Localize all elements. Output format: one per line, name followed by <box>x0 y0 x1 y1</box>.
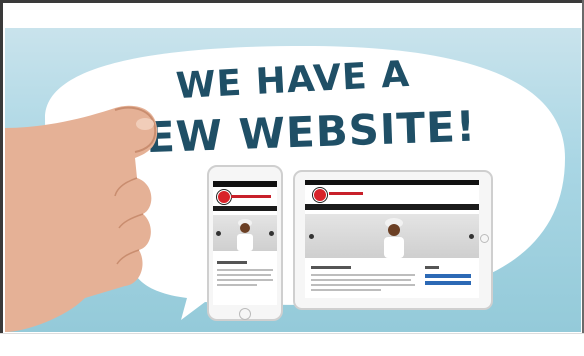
phone-brand-strip <box>231 195 271 198</box>
smartphone-mockup <box>207 165 283 321</box>
tablet-prev-arrow <box>309 234 314 239</box>
phone-text-line <box>217 274 271 276</box>
phone-prev-arrow <box>216 231 221 236</box>
window-border-top <box>0 0 584 3</box>
logo-icon <box>313 188 327 202</box>
phone-text-line <box>217 284 257 286</box>
tablet-sidebar-title <box>425 266 439 269</box>
window-border-left <box>0 0 3 356</box>
phone-text-line <box>217 279 273 281</box>
tablet-home-button <box>480 234 489 243</box>
worker-icon <box>237 219 253 251</box>
promo-image: WE HAVE A NEW WEBSITE! <box>5 28 581 332</box>
tablet-text-line <box>311 274 415 276</box>
tablet-screen <box>305 180 479 298</box>
tablet-next-arrow <box>469 234 474 239</box>
tablet-text-line <box>311 279 411 281</box>
tablet-mockup <box>293 170 493 310</box>
tablet-top-bar <box>305 180 479 185</box>
tablet-sidebar-button <box>425 274 471 278</box>
phone-home-button <box>239 308 251 320</box>
tablet-sidebar-button <box>425 281 471 285</box>
window-border-bottom <box>0 333 584 356</box>
tablet-nav-bar <box>305 204 479 210</box>
tablet-brand-strip <box>329 192 363 195</box>
phone-next-arrow <box>269 231 274 236</box>
tablet-text-line <box>311 289 381 291</box>
logo-icon <box>217 190 231 204</box>
tablet-section-title <box>311 266 351 269</box>
phone-top-bar <box>213 181 277 187</box>
tablet-text-line <box>311 284 415 286</box>
phone-screen <box>213 181 277 305</box>
phone-text-line <box>217 269 273 271</box>
phone-nav-bar <box>213 206 277 211</box>
hand-icon <box>5 105 158 332</box>
worker-icon <box>384 218 404 258</box>
phone-section-title <box>217 261 247 264</box>
